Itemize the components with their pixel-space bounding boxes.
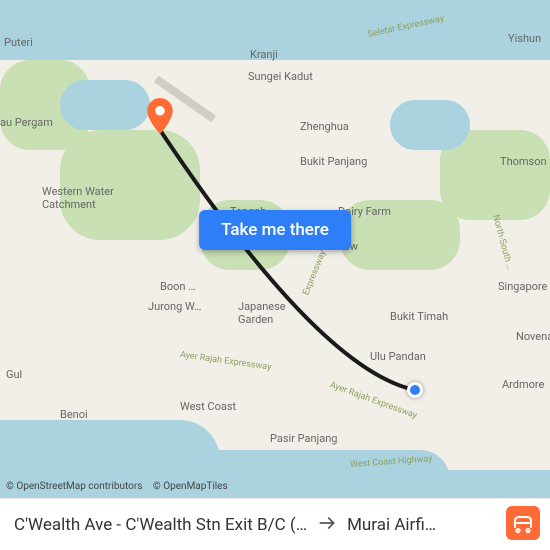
- place-label: Ulu Pandan: [370, 350, 426, 363]
- place-label: Kranji: [250, 48, 278, 61]
- destination-pin: [147, 98, 173, 134]
- place-label: Bukit Panjang: [300, 155, 367, 168]
- place-label: Bukit Timah: [390, 310, 448, 323]
- place-label: Novena: [516, 330, 550, 343]
- route-to-label: Murai Airfi…: [347, 515, 436, 535]
- attribution-tiles: © OpenMapTiles: [153, 481, 228, 492]
- place-label: West Coast: [180, 400, 236, 413]
- place-label: Benoi: [60, 408, 88, 421]
- place-label: Pasir Panjang: [270, 432, 337, 445]
- arrow-right-icon: [317, 513, 337, 537]
- map-container[interactable]: Puteri au Pergam Kranji Sungei Kadut Yis…: [0, 0, 550, 550]
- moovit-logo-icon[interactable]: [506, 506, 540, 540]
- place-label: Ardmore: [502, 378, 544, 391]
- attribution-osm: © OpenStreetMap contributors: [6, 481, 142, 492]
- place-label: Singapore …: [498, 280, 550, 293]
- map-attribution: © OpenStreetMap contributors © OpenMapTi…: [6, 481, 236, 492]
- place-label: Gul: [6, 368, 22, 381]
- place-label: Yishun: [508, 32, 541, 45]
- place-label: Western Water Catchment: [42, 185, 114, 211]
- place-label: Sungei Kadut: [248, 70, 313, 83]
- place-label: Thomson: [500, 155, 547, 168]
- map-water: [60, 80, 150, 130]
- take-me-there-button[interactable]: Take me there: [199, 210, 351, 250]
- origin-marker: [407, 382, 423, 398]
- place-label: Boon …: [160, 280, 196, 293]
- place-label: Puteri: [4, 36, 33, 49]
- place-label: Jurong W…: [148, 300, 201, 313]
- route-summary-bar: C'Wealth Ave - C'Wealth Stn Exit B/C (… …: [0, 498, 550, 550]
- map-water: [390, 100, 470, 150]
- place-label: Zhenghua: [300, 120, 349, 133]
- route-from-label: C'Wealth Ave - C'Wealth Stn Exit B/C (…: [14, 515, 307, 535]
- place-label: au Pergam: [0, 116, 53, 129]
- place-label: Japanese Garden: [238, 300, 286, 326]
